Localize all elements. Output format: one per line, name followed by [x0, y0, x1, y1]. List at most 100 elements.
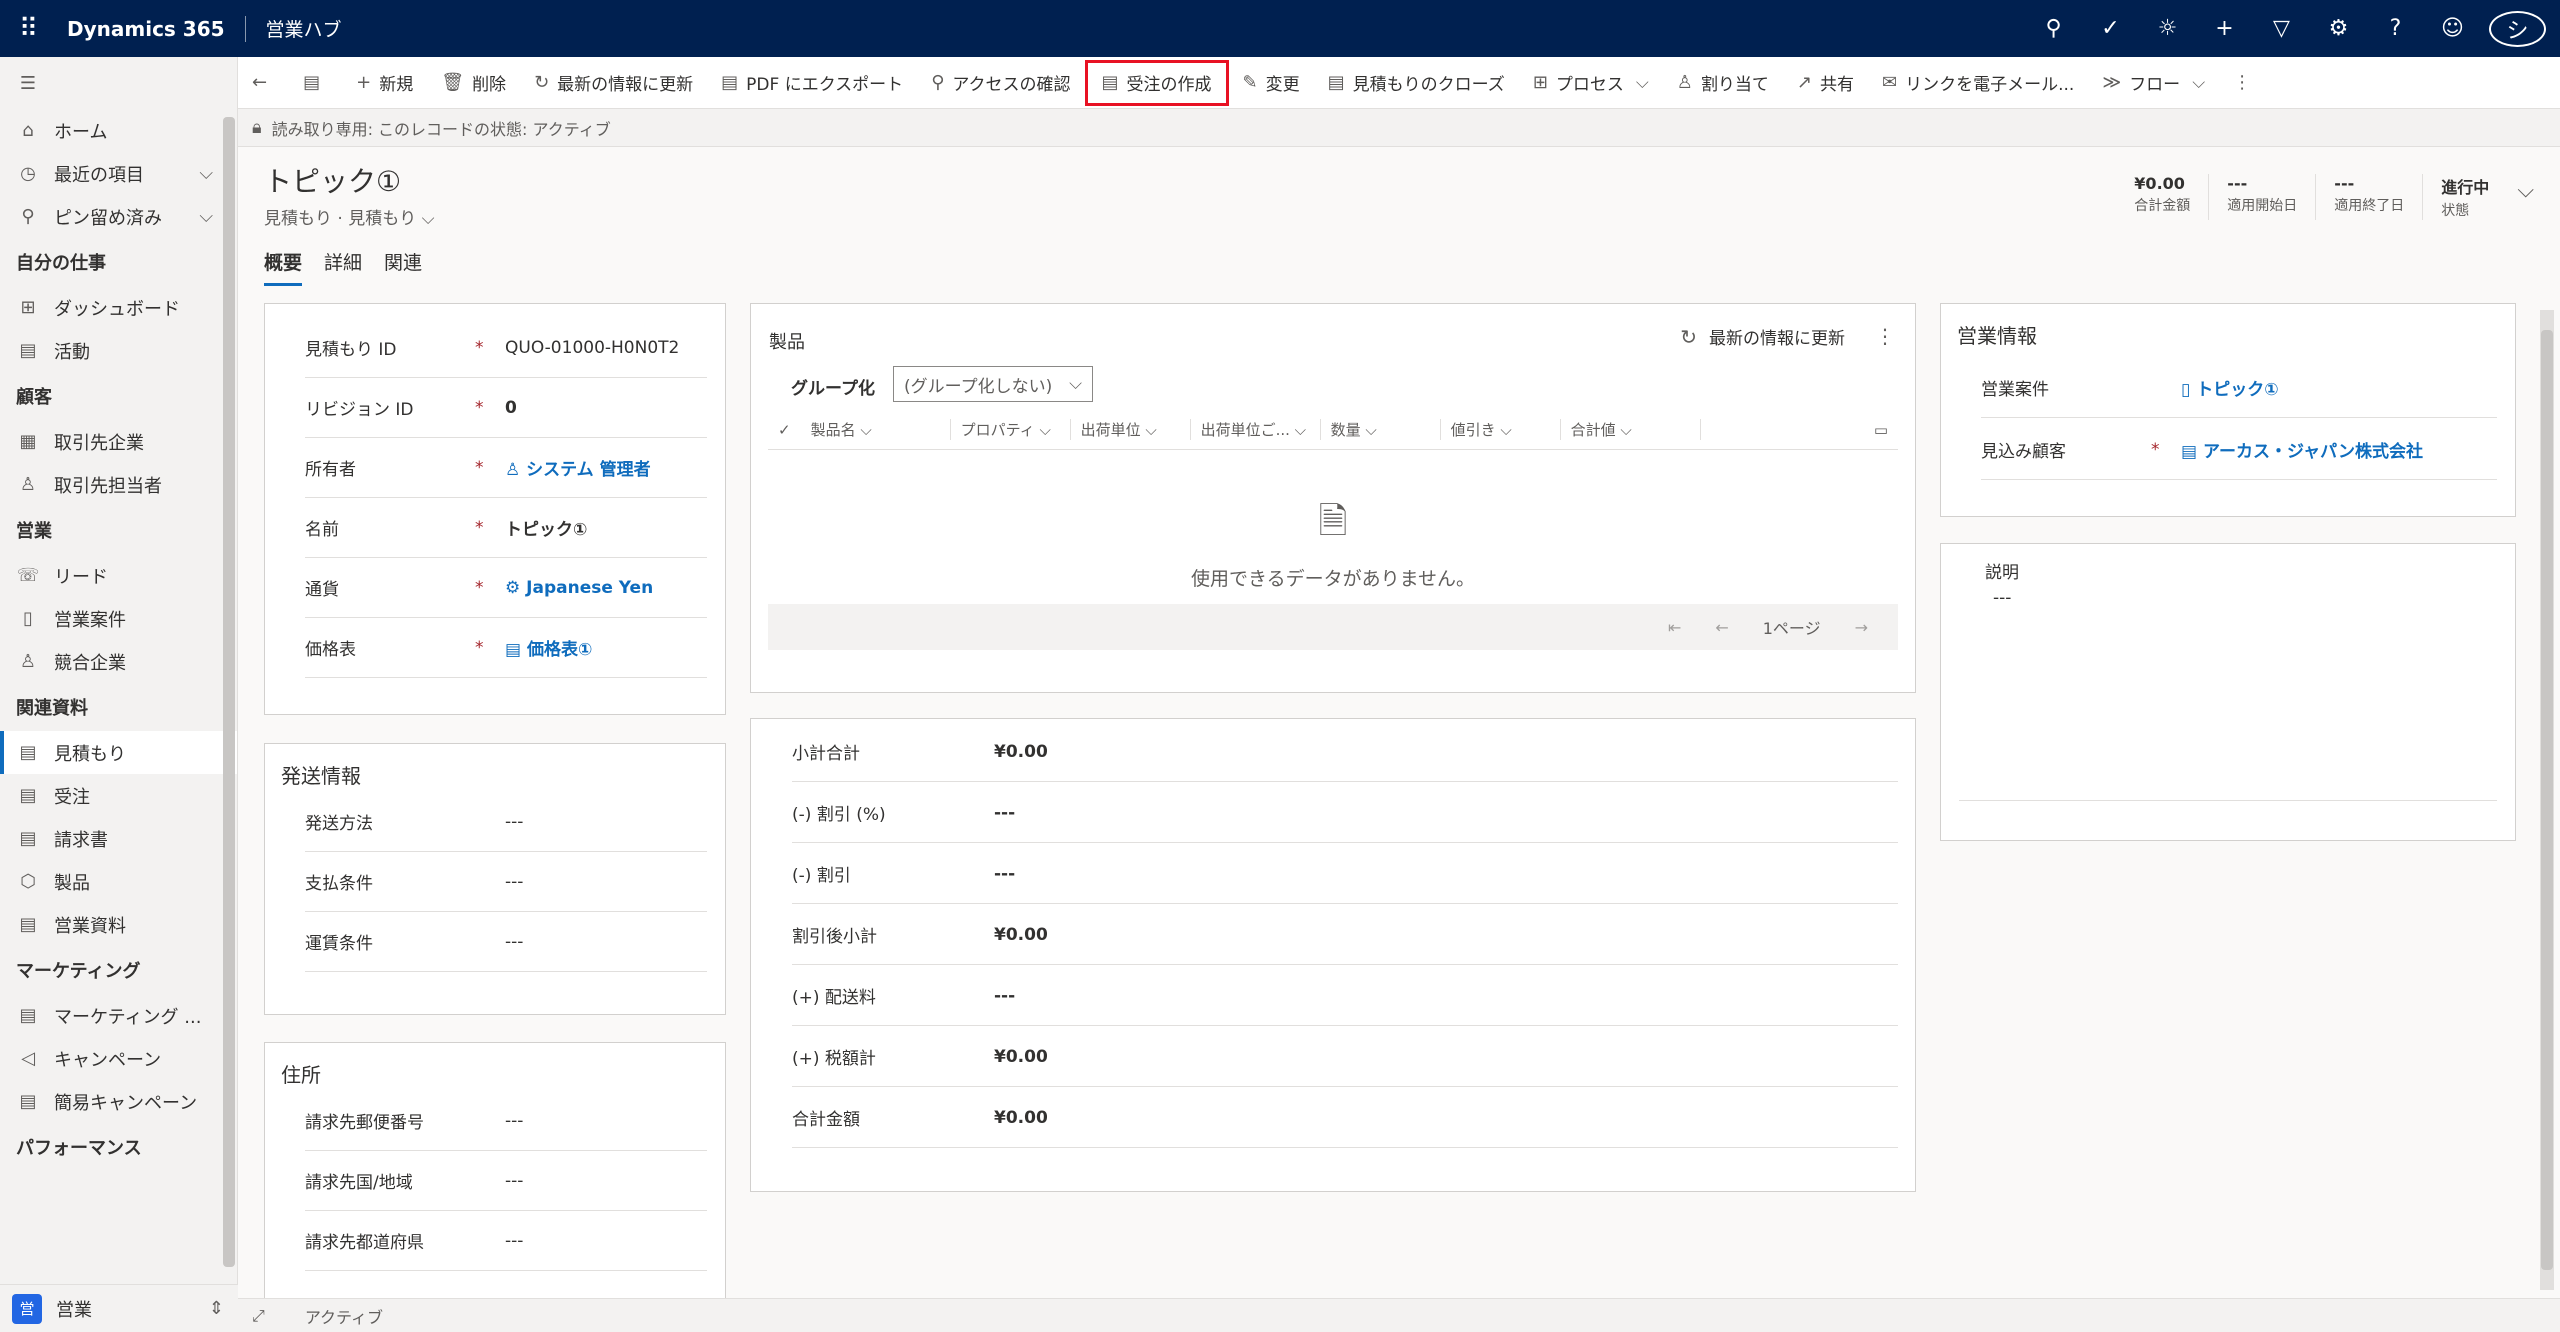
- field-value[interactable]: トピック①: [505, 515, 587, 540]
- form-row: 請求先郵便番号 ---: [305, 1091, 707, 1151]
- sidebar-item[interactable]: ▤ 請求書: [0, 817, 237, 860]
- column-header[interactable]: 製品名 ⌵: [801, 419, 951, 440]
- sidebar-item[interactable]: ▤ 受注: [0, 774, 237, 817]
- field-value[interactable]: 0: [505, 398, 517, 418]
- command-button[interactable]: ⚲ アクセスの確認: [917, 57, 1084, 109]
- group-by-select[interactable]: (グループ化しない) ⌵: [893, 366, 1093, 402]
- chevron-down-icon[interactable]: ⌵: [199, 206, 213, 227]
- command-button[interactable]: ↻ 最新の情報に更新: [520, 57, 707, 109]
- field-value[interactable]: ---: [505, 1171, 523, 1191]
- sidebar-item[interactable]: ▤ マーケティング ...: [0, 994, 237, 1037]
- field-value[interactable]: ▯ トピック①: [2181, 375, 2279, 400]
- command-button[interactable]: ⊞ プロセス ⌵: [1519, 57, 1663, 109]
- next-page-icon[interactable]: →: [1855, 618, 1868, 637]
- field-value[interactable]: QUO-01000-H0N0T2: [505, 338, 679, 358]
- more-icon[interactable]: ⋮: [1875, 324, 1895, 348]
- avatar[interactable]: シ: [2489, 10, 2546, 47]
- required-marker: *: [475, 577, 484, 598]
- feedback-icon[interactable]: ☺: [2424, 16, 2481, 41]
- totals-label: (-) 割引: [792, 866, 851, 886]
- column-header[interactable]: プロパティ ⌵: [951, 419, 1071, 440]
- command-button[interactable]: ▤ 受注の作成: [1084, 59, 1229, 106]
- app-title[interactable]: Dynamics 365: [67, 17, 225, 41]
- field-value[interactable]: ♙ システム 管理者: [505, 455, 651, 480]
- waffle-icon[interactable]: ⠿: [0, 0, 57, 57]
- command-label: 共有: [1820, 75, 1855, 95]
- field-value[interactable]: ---: [505, 872, 523, 892]
- command-button[interactable]: ✎ 変更: [1229, 57, 1314, 109]
- totals-value: ¥0.00: [994, 741, 1048, 762]
- command-button[interactable]: ♙ 割り当て: [1663, 57, 1783, 109]
- column-header[interactable]: 合計値 ⌵: [1561, 419, 1701, 440]
- command-button[interactable]: ≫ フロー ⌵: [2088, 57, 2219, 109]
- column-header[interactable]: 出荷単位ご... ⌵: [1191, 419, 1321, 440]
- field-label: 見積もり ID: [305, 340, 397, 360]
- sidebar-item[interactable]: ▯ 営業案件: [0, 597, 237, 640]
- command-button[interactable]: + 新規: [342, 57, 427, 109]
- products-refresh[interactable]: ↻ 最新の情報に更新: [1680, 324, 1845, 350]
- command-button[interactable]: ✉ リンクを電子メール...: [1868, 57, 2088, 109]
- tab-2[interactable]: 関連: [384, 248, 422, 286]
- area-switcher[interactable]: 営 営業 ⇕: [0, 1284, 238, 1332]
- column-editor-icon[interactable]: ▭: [1874, 421, 1888, 439]
- sidebar-item[interactable]: ♙ 競合企業: [0, 640, 237, 683]
- sidebar-item[interactable]: ◷ 最近の項目 ⌵: [0, 152, 237, 195]
- sidebar-item[interactable]: ▤ 見積もり: [0, 731, 237, 774]
- gear-icon[interactable]: ⚙: [2310, 16, 2367, 41]
- command-button[interactable]: ▤: [289, 57, 342, 109]
- sidebar-scrollbar[interactable]: [223, 117, 235, 1267]
- sidebar-item[interactable]: ⚲ ピン留め済み ⌵: [0, 195, 237, 238]
- sidebar-item[interactable]: ⊞ ダッシュボード: [0, 286, 237, 329]
- hamburger-menu[interactable]: ☰: [0, 57, 237, 109]
- totals-label: 合計金額: [792, 1110, 860, 1130]
- description-value[interactable]: ---: [1993, 588, 2011, 608]
- sidebar-item[interactable]: ▤ 簡易キャンペーン: [0, 1080, 237, 1123]
- field-value[interactable]: ▤ アーカス・ジャパン株式会社: [2181, 437, 2423, 462]
- sidebar-item[interactable]: ☏ リード: [0, 554, 237, 597]
- column-header[interactable]: 数量 ⌵: [1321, 419, 1441, 440]
- plus-icon[interactable]: +: [2196, 16, 2253, 41]
- filter-icon[interactable]: ▽: [2253, 16, 2310, 41]
- sidebar-item[interactable]: ▤ 活動: [0, 329, 237, 372]
- command-label: 削除: [472, 75, 507, 95]
- select-all-checkbox[interactable]: ✓: [768, 421, 801, 439]
- tab-1[interactable]: 詳細: [324, 248, 362, 286]
- command-button[interactable]: ⋮: [2219, 57, 2273, 109]
- field-value[interactable]: ⚙ Japanese Yen: [505, 578, 653, 598]
- first-page-icon[interactable]: ⇤: [1668, 618, 1681, 637]
- field-value[interactable]: ---: [505, 1231, 523, 1251]
- command-button[interactable]: ▤ PDF にエクスポート: [707, 57, 917, 109]
- search-icon[interactable]: ⚲: [2025, 16, 2082, 41]
- main-scrollbar-thumb[interactable]: [2541, 330, 2553, 1270]
- sidebar-item[interactable]: ▤ 営業資料: [0, 903, 237, 946]
- form-row: 通貨 * ⚙ Japanese Yen: [305, 558, 707, 618]
- field-value[interactable]: ---: [505, 1111, 523, 1131]
- task-icon[interactable]: ✓: [2082, 16, 2139, 41]
- command-button[interactable]: ▤ 見積もりのクローズ: [1314, 57, 1519, 109]
- field-value[interactable]: ▤ 価格表①: [505, 635, 592, 660]
- command-button[interactable]: ↗ 共有: [1783, 57, 1868, 109]
- column-header[interactable]: 出荷単位 ⌵: [1071, 419, 1191, 440]
- field-value[interactable]: ---: [505, 932, 523, 952]
- tab-0[interactable]: 概要: [264, 248, 303, 286]
- sidebar-item[interactable]: ♙ 取引先担当者: [0, 463, 237, 506]
- form-row: 所有者 * ♙ システム 管理者: [305, 438, 707, 498]
- sidebar-item[interactable]: ⬡ 製品: [0, 860, 237, 903]
- sidebar-item[interactable]: ▦ 取引先企業: [0, 420, 237, 463]
- command-button[interactable]: ←: [238, 57, 289, 109]
- column-label: 出荷単位: [1080, 421, 1141, 439]
- column-header[interactable]: 値引き ⌵: [1441, 419, 1561, 440]
- hub-name[interactable]: 営業ハブ: [266, 15, 342, 42]
- chevron-down-icon[interactable]: ⌵: [199, 163, 213, 184]
- lightbulb-icon[interactable]: ☼: [2139, 16, 2196, 41]
- command-button[interactable]: 🗑 削除: [427, 57, 520, 109]
- field-value[interactable]: ---: [505, 812, 523, 832]
- help-icon[interactable]: ?: [2367, 16, 2424, 41]
- expand-header-icon[interactable]: ⌵: [2517, 178, 2534, 220]
- popout-icon[interactable]: ⤢: [252, 1306, 265, 1326]
- sidebar-item[interactable]: ⌂ ホーム: [0, 109, 237, 152]
- sidebar: ☰ ⌂ ホーム ◷ 最近の項目 ⌵ ⚲ ピン留め済み ⌵ 自分の仕事 ⊞ ダッシュボード ▤ 活動 顧客 ▦…: [0, 57, 238, 1332]
- hamburger-icon[interactable]: ☰: [16, 73, 40, 94]
- prev-page-icon[interactable]: ←: [1715, 618, 1728, 637]
- sidebar-item[interactable]: ◁ キャンペーン: [0, 1037, 237, 1080]
